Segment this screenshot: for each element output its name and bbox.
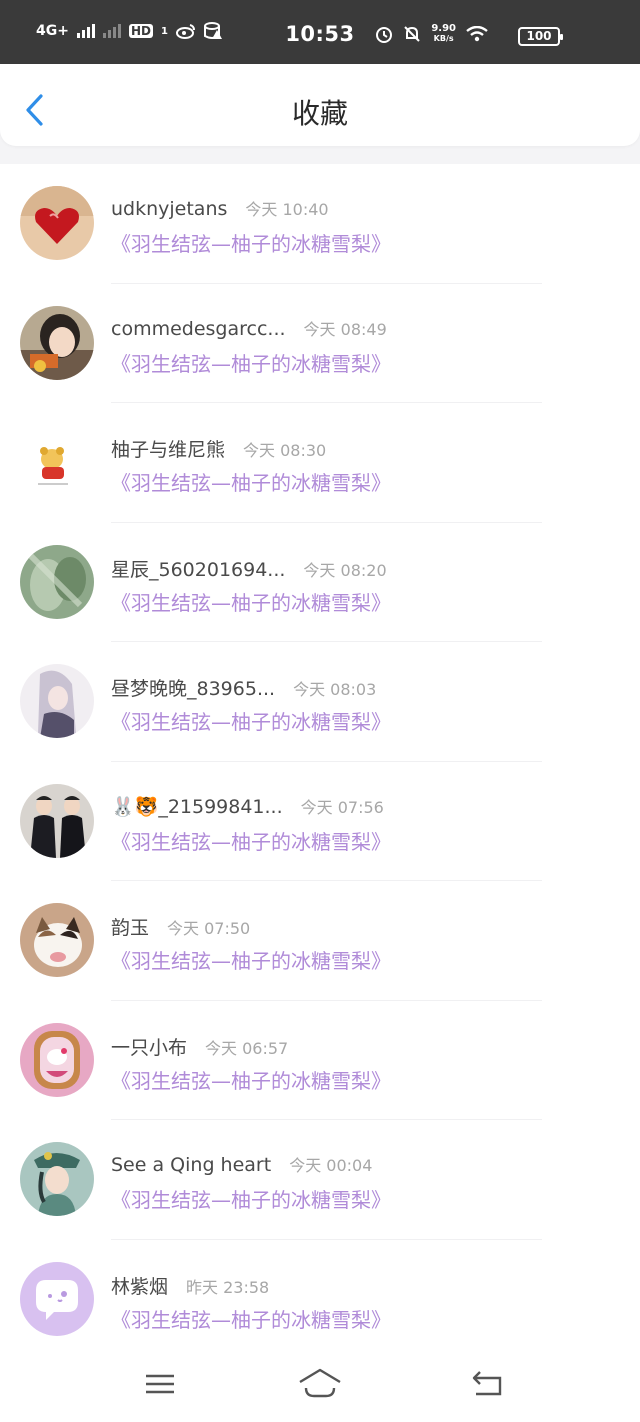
book-title[interactable]: 《羽生结弦—柚子的冰糖雪梨》 xyxy=(111,945,391,974)
avatar[interactable] xyxy=(20,1022,94,1097)
user-name[interactable]: 🐰🐯_21599841... xyxy=(111,795,283,818)
user-name[interactable]: commedesgarcc... xyxy=(111,318,286,340)
avatar[interactable] xyxy=(20,186,94,260)
wifi-icon xyxy=(466,26,488,42)
item-header: 🐰🐯_21599841... 今天 07:56 xyxy=(111,794,384,818)
page-title: 收藏 xyxy=(291,97,348,130)
alarm-icon xyxy=(376,27,393,43)
avatar[interactable] xyxy=(20,305,94,380)
user-name[interactable]: 昼梦晚晚_83965... xyxy=(111,674,275,701)
item-header: udknyjetans 今天 10:40 xyxy=(111,196,329,220)
user-name[interactable]: See a Qing heart xyxy=(111,1154,271,1176)
home-button[interactable] xyxy=(296,1366,344,1402)
book-title[interactable]: 《羽生结弦—柚子的冰糖雪梨》 xyxy=(111,587,391,616)
timestamp: 今天 10:40 xyxy=(245,200,329,219)
timestamp: 昨天 23:58 xyxy=(186,1277,270,1297)
return-icon xyxy=(472,1371,502,1396)
favorites-list: udknyjetans 今天 10:40 《羽生结弦—柚子的冰糖雪梨》 comm… xyxy=(0,164,640,1346)
book-title[interactable]: 《羽生结弦—柚子的冰糖雪梨》 xyxy=(111,706,391,735)
mute-bell-icon xyxy=(404,26,421,42)
user-name[interactable]: 一只小布 xyxy=(111,1033,187,1060)
list-item[interactable]: 星辰_560201694... 今天 08:20 《羽生结弦—柚子的冰糖雪梨》 xyxy=(0,523,640,642)
list-item[interactable]: commedesgarcc... 今天 08:49 《羽生结弦—柚子的冰糖雪梨》 xyxy=(0,284,640,403)
timestamp: 今天 08:30 xyxy=(243,441,327,460)
list-item[interactable]: udknyjetans 今天 10:40 《羽生结弦—柚子的冰糖雪梨》 xyxy=(0,164,640,284)
system-nav-bar xyxy=(0,1346,640,1422)
list-item[interactable]: 韵玉 今天 07:50 《羽生结弦—柚子的冰糖雪梨》 xyxy=(0,881,640,1001)
list-item[interactable]: 一只小布 今天 06:57 《羽生结弦—柚子的冰糖雪梨》 xyxy=(0,1001,640,1120)
back-nav-button[interactable] xyxy=(464,1366,512,1402)
user-name[interactable]: 韵玉 xyxy=(111,913,149,940)
item-header: commedesgarcc... 今天 08:49 xyxy=(111,316,387,340)
item-header: 林紫烟 昨天 23:58 xyxy=(111,1272,269,1299)
timestamp: 今天 07:56 xyxy=(300,797,384,817)
chat-bubble-icon xyxy=(20,1261,94,1336)
list-item[interactable]: See a Qing heart 今天 00:04 《羽生结弦—柚子的冰糖雪梨》 xyxy=(0,1120,640,1240)
book-title[interactable]: 《羽生结弦—柚子的冰糖雪梨》 xyxy=(111,826,391,855)
timestamp: 今天 08:49 xyxy=(303,319,387,339)
battery-indicator: 100 xyxy=(518,27,563,46)
status-bar: 4G+ HD 1 10:53 9.90 KB/s 100 xyxy=(0,0,640,64)
item-header: 一只小布 今天 06:57 xyxy=(111,1033,288,1060)
item-header: 昼梦晚晚_83965... 今天 08:03 xyxy=(111,674,376,701)
book-title[interactable]: 《羽生结弦—柚子的冰糖雪梨》 xyxy=(111,1184,391,1213)
avatar[interactable] xyxy=(20,903,94,977)
status-right: 9.90 KB/s xyxy=(375,24,488,44)
avatar-default[interactable] xyxy=(20,1261,94,1336)
list-item[interactable]: 林紫烟 昨天 23:58 《羽生结弦—柚子的冰糖雪梨》 xyxy=(0,1240,640,1347)
book-title[interactable]: 《羽生结弦—柚子的冰糖雪梨》 xyxy=(111,348,391,377)
home-icon xyxy=(299,1368,341,1398)
item-header: 星辰_560201694... 今天 08:20 xyxy=(111,555,387,582)
avatar[interactable] xyxy=(20,544,94,619)
timestamp: 今天 00:04 xyxy=(289,1156,373,1175)
list-item[interactable]: 柚子与维尼熊 今天 08:30 《羽生结弦—柚子的冰糖雪梨》 xyxy=(0,403,640,523)
user-name[interactable]: 柚子与维尼熊 xyxy=(111,435,225,462)
timestamp: 今天 08:20 xyxy=(303,560,387,580)
item-header: 韵玉 今天 07:50 xyxy=(111,913,250,940)
timestamp: 今天 06:57 xyxy=(205,1038,289,1058)
menu-icon xyxy=(146,1374,174,1394)
avatar[interactable] xyxy=(20,1142,94,1216)
header: 收藏 xyxy=(0,64,640,146)
avatar[interactable] xyxy=(20,425,94,499)
timestamp: 今天 08:03 xyxy=(293,680,377,699)
list-item[interactable]: 🐰🐯_21599841... 今天 07:56 《羽生结弦—柚子的冰糖雪梨》 xyxy=(0,762,640,881)
user-name[interactable]: 林紫烟 xyxy=(111,1272,168,1299)
book-title[interactable]: 《羽生结弦—柚子的冰糖雪梨》 xyxy=(111,1065,391,1094)
avatar[interactable] xyxy=(20,783,94,858)
menu-button[interactable] xyxy=(136,1366,184,1402)
book-title[interactable]: 《羽生结弦—柚子的冰糖雪梨》 xyxy=(111,228,391,257)
item-header: 柚子与维尼熊 今天 08:30 xyxy=(111,435,326,462)
item-header: See a Qing heart 今天 00:04 xyxy=(111,1152,372,1176)
user-name[interactable]: udknyjetans xyxy=(111,198,227,220)
user-name[interactable]: 星辰_560201694... xyxy=(111,555,285,582)
avatar[interactable] xyxy=(20,664,94,738)
book-title[interactable]: 《羽生结弦—柚子的冰糖雪梨》 xyxy=(111,1304,391,1333)
net-speed: 9.90 KB/s xyxy=(431,23,456,44)
book-title[interactable]: 《羽生结弦—柚子的冰糖雪梨》 xyxy=(111,467,391,496)
list-item[interactable]: 昼梦晚晚_83965... 今天 08:03 《羽生结弦—柚子的冰糖雪梨》 xyxy=(0,642,640,762)
timestamp: 今天 07:50 xyxy=(167,919,251,938)
